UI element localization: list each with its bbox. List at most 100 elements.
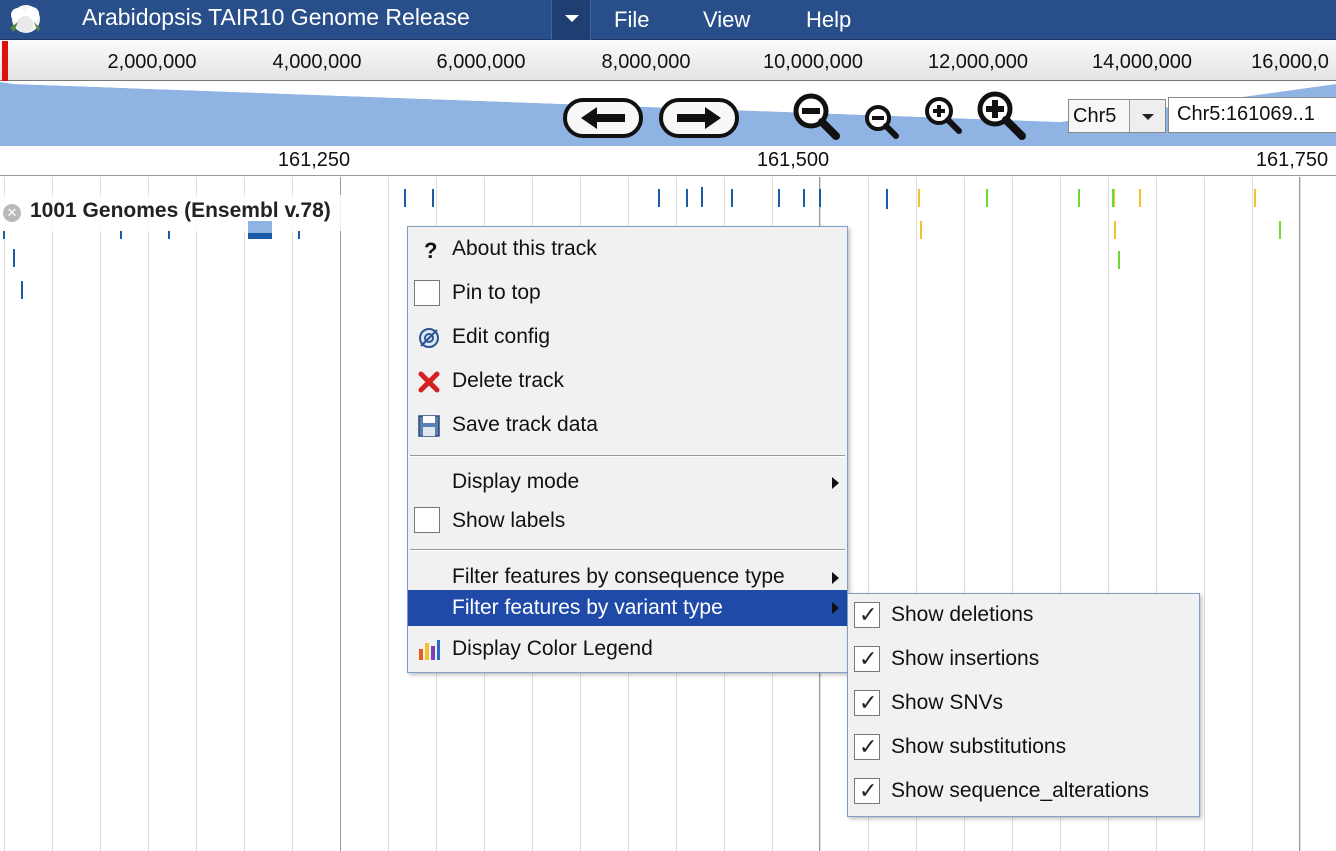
overview-tick-label: 12,000,000 (927, 51, 1029, 73)
grid-line (148, 177, 149, 851)
menu-item-save-track-data[interactable]: Save track data (408, 405, 847, 445)
submenu-item-show-deletions[interactable]: ✓ Show deletions (848, 594, 1199, 638)
zoom-in-small-icon[interactable] (922, 94, 966, 138)
overview-tick-label: 8,000,000 (601, 51, 691, 73)
grid-line (100, 177, 101, 851)
detail-tick-label: 161,250 (277, 149, 351, 171)
dataset-title: Arabidopsis TAIR10 Genome Release (82, 4, 470, 30)
variant-feature[interactable] (701, 187, 703, 207)
variant-feature[interactable] (778, 189, 780, 207)
menu-item-pin-to-top[interactable]: Pin to top (408, 273, 847, 313)
checkmark-icon: ✓ (859, 734, 878, 759)
overview-tick-label: 2,000,000 (107, 51, 197, 73)
variant-feature[interactable] (404, 189, 406, 207)
location-input[interactable]: Chr5:161069..1 (1168, 97, 1336, 133)
detail-ruler[interactable]: 161,250 161,500 161,750 (0, 146, 1336, 176)
variant-feature[interactable] (1118, 251, 1120, 269)
grid-line (292, 177, 293, 851)
overview-ruler[interactable]: 2,000,000 4,000,000 6,000,000 8,000,000 … (0, 41, 1336, 81)
variant-feature[interactable] (1254, 189, 1256, 207)
gear-edit-icon (419, 328, 439, 348)
overview-tick-label: 4,000,000 (272, 51, 362, 73)
variant-feature[interactable] (686, 189, 688, 207)
variant-feature[interactable] (731, 189, 733, 207)
dataset-dropdown-button[interactable] (551, 0, 591, 40)
checkmark-icon: ✓ (859, 778, 878, 803)
pin-checkbox[interactable] (414, 280, 440, 306)
menu-item-label: About this track (452, 237, 597, 260)
menu-help[interactable]: Help (806, 7, 851, 33)
chromosome-dropdown-button[interactable] (1129, 100, 1165, 132)
overview-tick-label: 10,000,000 (762, 51, 864, 73)
variant-feature[interactable] (21, 281, 23, 299)
variant-feature[interactable] (1114, 221, 1116, 239)
major-grid-line (340, 177, 341, 851)
pan-right-button[interactable] (659, 96, 739, 140)
checkmark-icon: ✓ (859, 690, 878, 715)
variant-feature[interactable] (986, 189, 988, 207)
delete-x-icon (418, 371, 440, 393)
variant-feature[interactable] (168, 231, 170, 239)
checkbox-checked[interactable]: ✓ (854, 734, 880, 760)
variant-feature[interactable] (1279, 221, 1281, 239)
overview-tick-label: 14,000,000 (1091, 51, 1193, 73)
submenu-arrow-icon (832, 477, 839, 489)
grid-line (1252, 177, 1253, 851)
submenu-item-show-substitutions[interactable]: ✓ Show substitutions (848, 726, 1199, 770)
menu-item-about[interactable]: ? About this track (408, 229, 847, 269)
close-track-icon[interactable]: ✕ (3, 204, 21, 222)
checkbox-checked[interactable]: ✓ (854, 646, 880, 672)
menu-item-edit-config[interactable]: Edit config (408, 317, 847, 357)
menu-bar: Arabidopsis TAIR10 Genome Release File V… (0, 0, 1336, 40)
overview-tick-label: 16,000,0 (1251, 51, 1329, 73)
variant-feature[interactable] (1112, 189, 1114, 207)
menu-item-color-legend[interactable]: Display Color Legend (408, 629, 847, 669)
menu-view[interactable]: View (703, 7, 750, 33)
variant-feature[interactable] (1078, 189, 1080, 207)
detail-tick-label: 161,750 (1255, 149, 1329, 171)
variant-feature[interactable] (918, 189, 920, 207)
overview-location-marker[interactable] (2, 41, 8, 81)
checkmark-icon: ✓ (859, 646, 878, 671)
submenu-item-show-snvs[interactable]: ✓ Show SNVs (848, 682, 1199, 726)
checkbox-checked[interactable]: ✓ (854, 690, 880, 716)
menu-item-filter-variant[interactable]: Filter features by variant type (408, 590, 847, 626)
variant-feature[interactable] (658, 189, 660, 207)
checkbox-checked[interactable]: ✓ (854, 602, 880, 628)
menu-item-label: Display mode (452, 470, 580, 493)
zoom-out-large-icon[interactable] (790, 90, 842, 142)
variant-feature[interactable] (920, 221, 922, 239)
chromosome-select[interactable]: Chr5 (1068, 99, 1166, 133)
menu-item-label: Delete track (452, 369, 565, 392)
pan-left-button[interactable] (563, 96, 643, 140)
menu-file[interactable]: File (614, 7, 649, 33)
variant-feature[interactable] (1139, 189, 1141, 207)
variant-feature-block[interactable] (248, 221, 272, 239)
menu-item-delete-track[interactable]: Delete track (408, 361, 847, 401)
submenu-arrow-icon (832, 602, 839, 614)
zoom-in-large-icon[interactable] (974, 88, 1030, 144)
menu-item-show-labels[interactable]: Show labels (408, 501, 847, 541)
variant-feature[interactable] (886, 189, 888, 209)
variant-feature[interactable] (120, 231, 122, 239)
variant-feature[interactable] (432, 189, 434, 207)
checkmark-icon: ✓ (859, 602, 878, 627)
show-labels-checkbox[interactable] (414, 507, 440, 533)
zoom-out-small-icon[interactable] (862, 102, 902, 142)
menu-item-label: Display Color Legend (452, 637, 653, 660)
question-icon: ? (424, 238, 437, 263)
checkbox-checked[interactable]: ✓ (854, 778, 880, 804)
submenu-item-show-insertions[interactable]: ✓ Show insertions (848, 638, 1199, 682)
variant-feature[interactable] (803, 189, 805, 207)
variant-feature[interactable] (3, 231, 5, 239)
detail-tick-label: 161,500 (756, 149, 830, 171)
submenu-item-show-sequence-alterations[interactable]: ✓ Show sequence_alterations (848, 770, 1199, 814)
menu-item-display-mode[interactable]: Display mode (408, 462, 847, 502)
submenu-item-label: Show sequence_alterations (891, 779, 1150, 802)
variant-feature[interactable] (13, 249, 15, 267)
cotton-logo-icon (10, 5, 40, 33)
variant-feature[interactable] (298, 231, 300, 239)
track-name: 1001 Genomes (Ensembl v.78) (30, 199, 331, 222)
submenu-item-label: Show deletions (891, 603, 1034, 626)
variant-feature[interactable] (819, 189, 821, 207)
